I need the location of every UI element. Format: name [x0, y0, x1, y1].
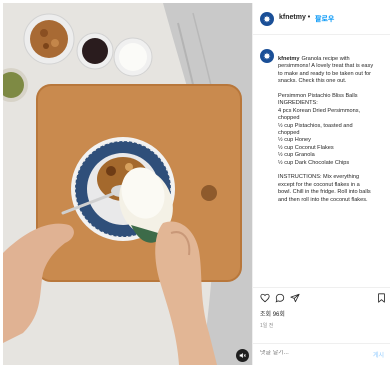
caption-text: ½ cup Granola — [278, 152, 315, 159]
caption-text: ½ cup Pistachios, toasted and — [278, 122, 353, 129]
caption-text: 4 pcs Korean Dried Persimmons, — [278, 107, 361, 114]
caption-text: bowl. Chill in the fridge. Roll into bal… — [278, 189, 371, 196]
caption-text: Granola recipe with — [301, 56, 350, 62]
caption-line: snacks. Check this one out. — [278, 78, 386, 85]
caption-line: except for the coconut flakes in a — [278, 182, 386, 189]
caption-line: Persimmon Pistachio Bliss Balls — [278, 93, 386, 100]
instagram-post-window: ✸ kfnetmy • 팔로우 ✸ kfnetmy Granola recipe … — [0, 0, 392, 368]
caption-line: ½ cup Granola — [278, 152, 386, 159]
post-side-panel: ✸ kfnetmy • 팔로우 ✸ kfnetmy Granola recipe … — [252, 3, 390, 365]
caption-text: Persimmon Pistachio Bliss Balls — [278, 93, 358, 100]
caption-line: and then roll into the coconut flakes. — [278, 197, 386, 204]
author-username[interactable]: kfnetmy • — [279, 14, 310, 21]
caption-text: INSTRUCTIONS: Mix everything — [278, 174, 360, 181]
caption-line: ½ cup Honey — [278, 137, 386, 144]
caption-text: ½ cup Dark Chocolate Chips — [278, 159, 350, 166]
food-photo-illustration — [3, 3, 252, 365]
caption-text: to make and ready to be taken out for — [278, 70, 371, 77]
caption-text: snacks. Check this one out. — [278, 78, 347, 85]
government-seal-avatar-icon: ✸ — [263, 51, 271, 61]
caption-text: persimmons! A lovely treat that is easy — [278, 63, 374, 70]
caption-line: to make and ready to be taken out for — [278, 71, 386, 78]
comment-input[interactable] — [260, 350, 360, 356]
caption-line: chopped — [278, 115, 386, 122]
caption-text: ½ cup Coconut Flakes — [278, 144, 334, 151]
caption-text: ½ cup Honey — [278, 137, 311, 144]
author-avatar[interactable]: ✸ — [260, 12, 274, 26]
government-seal-avatar-icon: ✸ — [263, 14, 271, 24]
view-count[interactable]: 조회 96회 — [260, 309, 285, 318]
caption-text: chopped — [278, 115, 300, 122]
caption-line: ½ cup Pistachios, toasted and — [278, 123, 386, 130]
paper-plane-icon[interactable] — [290, 293, 300, 303]
caption-avatar[interactable]: ✸ — [260, 49, 274, 63]
bookmark-icon[interactable] — [377, 293, 386, 303]
post-caption: kfnetmy Granola recipe with persimmons! A … — [278, 56, 386, 204]
caption-line: bowl. Chill in the fridge. Roll into bal… — [278, 189, 386, 196]
caption-line: INSTRUCTIONS: Mix everything — [278, 174, 386, 181]
post-timestamp[interactable]: 1일 전 — [260, 322, 273, 329]
speaker-mute-icon — [239, 353, 246, 358]
caption-line: kfnetmy Granola recipe with — [278, 56, 386, 63]
caption-text: and then roll into the coconut flakes. — [278, 196, 368, 203]
caption-line: 4 pcs Korean Dried Persimmons, — [278, 108, 386, 115]
follow-button[interactable]: 팔로우 — [315, 14, 334, 24]
caption-username[interactable]: kfnetmy — [278, 56, 299, 62]
caption-line: ½ cup Dark Chocolate Chips — [278, 160, 386, 167]
caption-line: persimmons! A lovely treat that is easy — [278, 63, 386, 70]
separator-dot: • — [307, 14, 311, 21]
comment-bubble-icon[interactable] — [275, 293, 285, 303]
caption-text: chopped — [278, 130, 300, 137]
heart-icon[interactable] — [260, 293, 270, 303]
post-photo[interactable] — [3, 3, 252, 365]
post-header: ✸ kfnetmy • 팔로우 — [253, 3, 390, 35]
comment-bar: 게시 — [253, 343, 390, 365]
caption-line: INGREDIENTS: — [278, 100, 386, 107]
caption-text: INGREDIENTS: — [278, 100, 318, 107]
caption-text: except for the coconut flakes in a — [278, 181, 360, 188]
mute-toggle-button[interactable] — [236, 349, 249, 362]
caption-section: ✸ kfnetmy Granola recipe with persimmons! … — [253, 37, 390, 285]
action-bar — [253, 287, 390, 307]
post-comment-button[interactable]: 게시 — [373, 350, 384, 359]
